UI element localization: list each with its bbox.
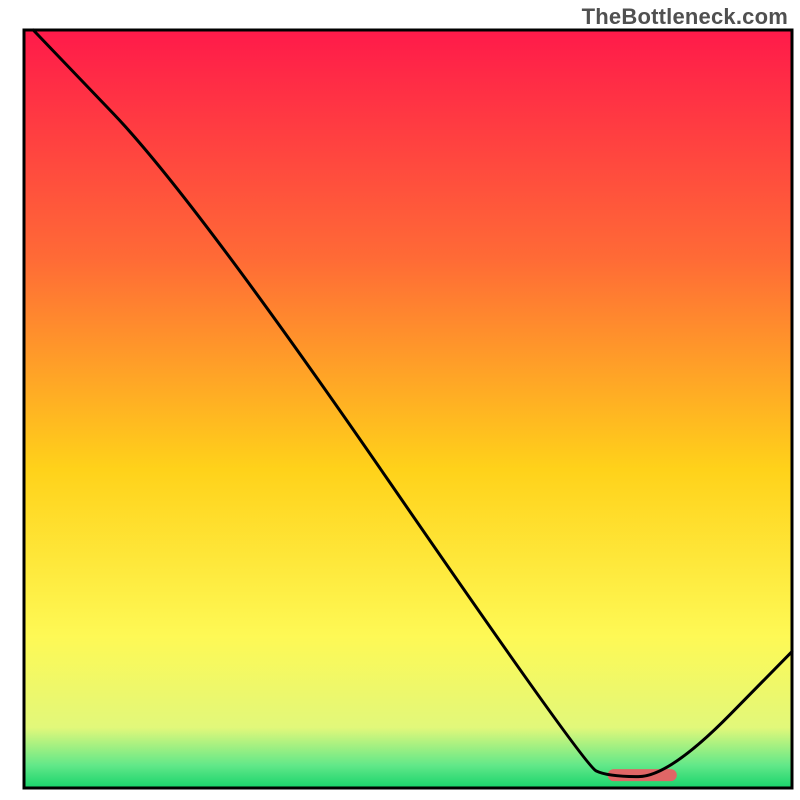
watermark-text: TheBottleneck.com [582,4,788,30]
chart-svg [0,0,800,800]
plot-area [24,30,792,788]
chart-container: TheBottleneck.com [0,0,800,800]
